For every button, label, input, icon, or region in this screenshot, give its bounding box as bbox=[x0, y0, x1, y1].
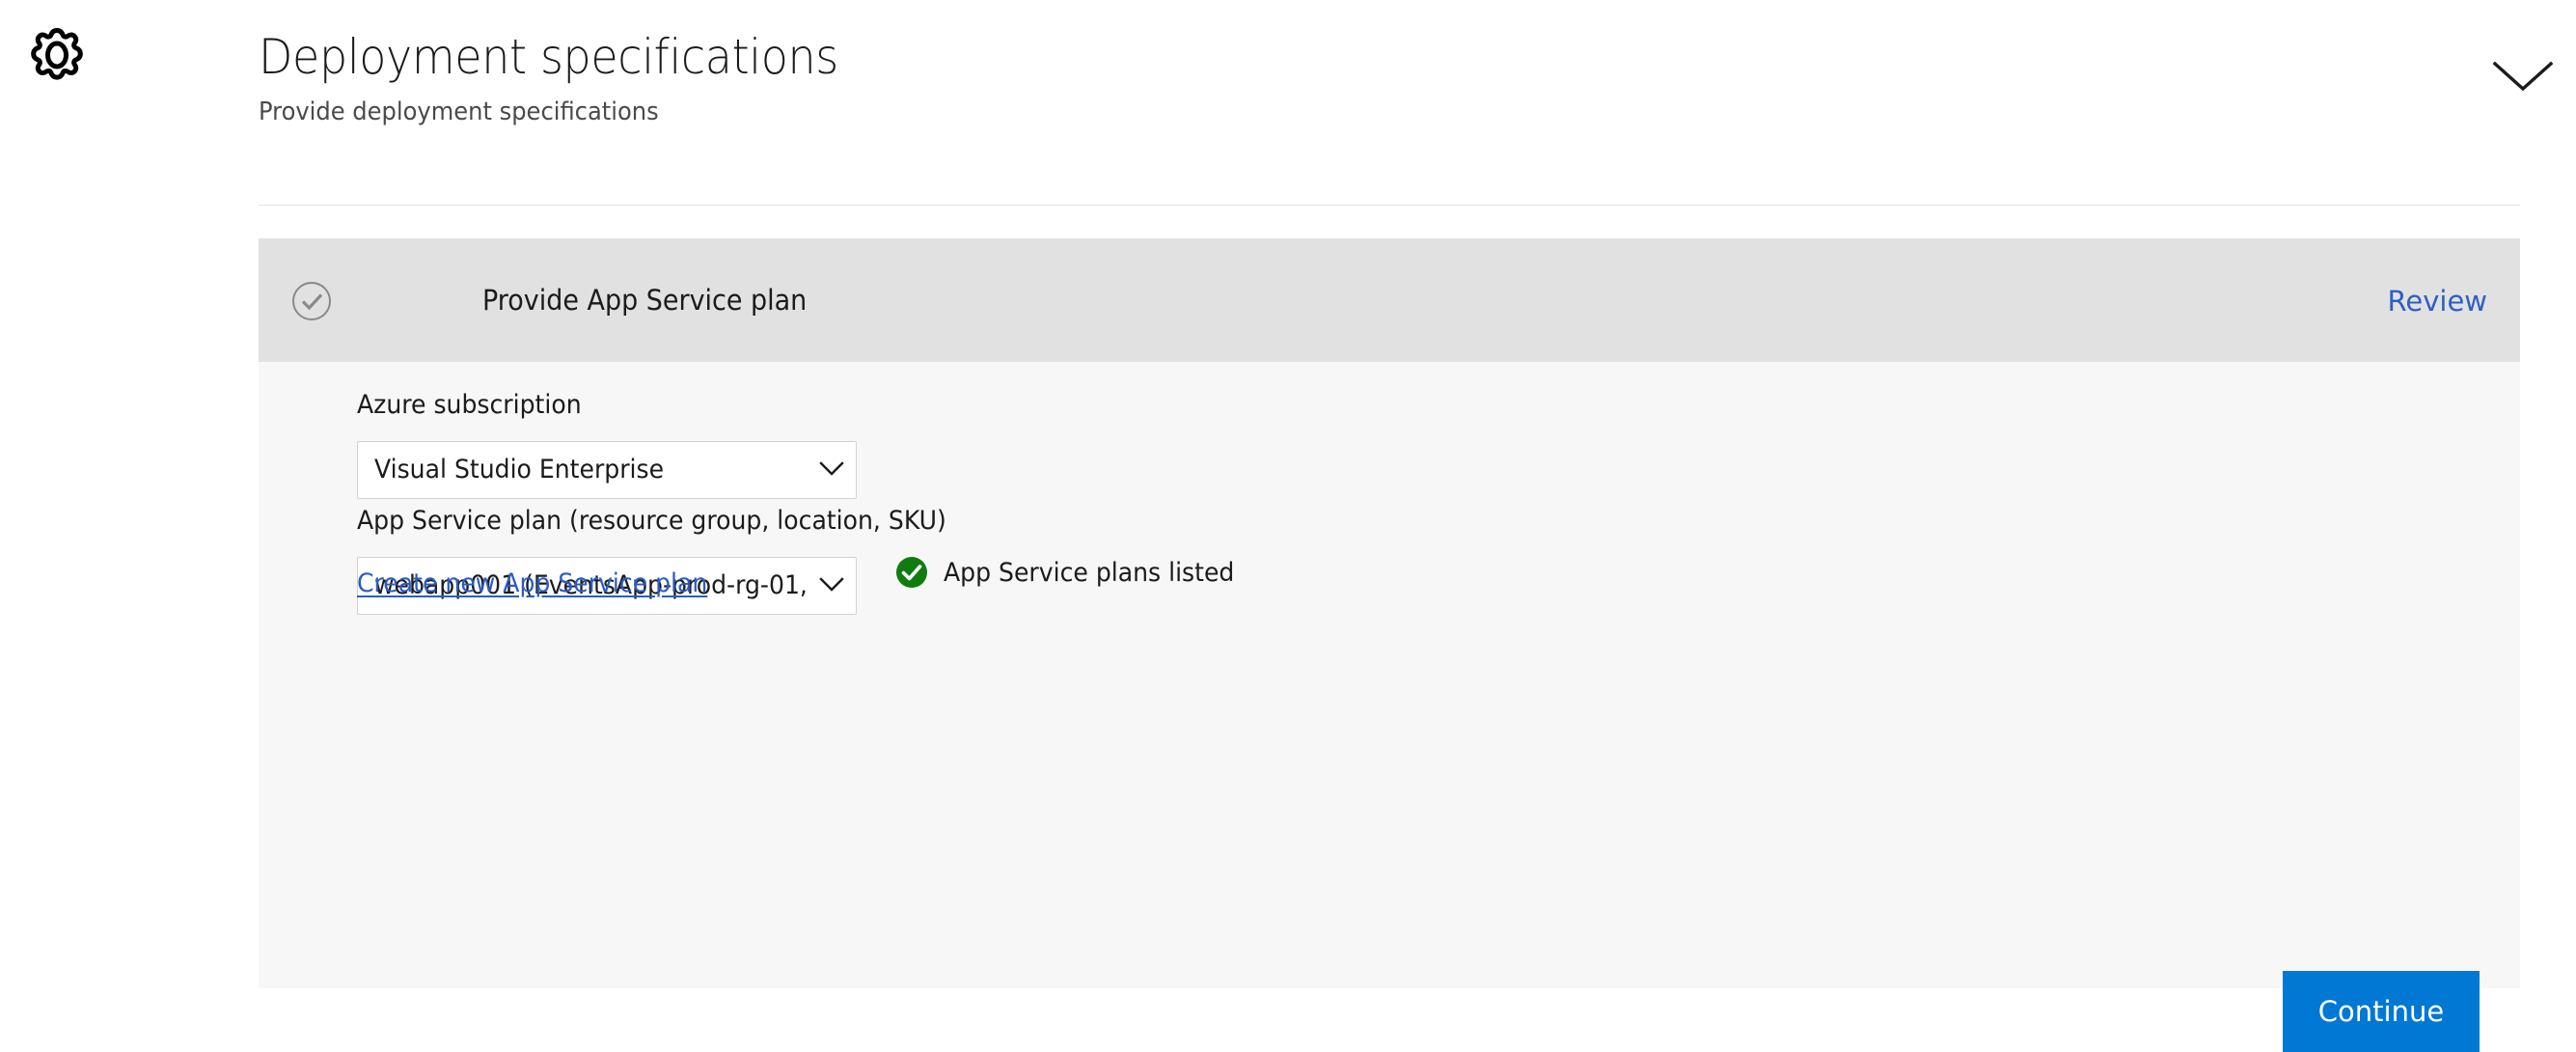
chevron-down-icon bbox=[819, 460, 844, 478]
page-header: Deployment specifications Provide deploy… bbox=[0, 0, 2576, 205]
azure-subscription-field: Azure subscription Visual Studio Enterpr… bbox=[357, 389, 857, 499]
create-new-app-service-plan-link[interactable]: Create new App Service plan bbox=[357, 568, 707, 598]
azure-subscription-value: Visual Studio Enterprise bbox=[374, 455, 665, 484]
review-link[interactable]: Review bbox=[2388, 282, 2487, 320]
page-title: Deployment specifications bbox=[259, 29, 838, 85]
app-service-plans-status-text: App Service plans listed bbox=[944, 557, 1235, 588]
app-service-plans-status: App Service plans listed bbox=[895, 543, 1256, 601]
step-header: Provide App Service plan Review bbox=[259, 238, 2520, 362]
gear-icon bbox=[23, 21, 91, 89]
continue-button[interactable]: Continue bbox=[2283, 971, 2480, 1052]
step-body: Azure subscription Visual Studio Enterpr… bbox=[259, 362, 2520, 1052]
azure-subscription-select[interactable]: Visual Studio Enterprise bbox=[357, 441, 857, 499]
circle-check-outline-icon bbox=[291, 281, 332, 321]
chevron-down-icon[interactable] bbox=[2489, 56, 2557, 97]
check-circle-filled-icon bbox=[895, 556, 928, 589]
step-title: Provide App Service plan bbox=[482, 284, 808, 317]
header-divider bbox=[259, 205, 2520, 206]
chevron-down-icon bbox=[819, 576, 844, 594]
page-subtitle: Provide deployment specifications bbox=[259, 97, 659, 126]
header-text-group: Deployment specifications Provide deploy… bbox=[259, 29, 2092, 128]
deployment-specifications-page: Deployment specifications Provide deploy… bbox=[0, 0, 2576, 1052]
azure-subscription-label: Azure subscription bbox=[357, 390, 582, 420]
app-service-plan-label: App Service plan (resource group, locati… bbox=[357, 506, 946, 536]
provide-app-service-plan-panel: Provide App Service plan Review Azure su… bbox=[259, 238, 2520, 1052]
